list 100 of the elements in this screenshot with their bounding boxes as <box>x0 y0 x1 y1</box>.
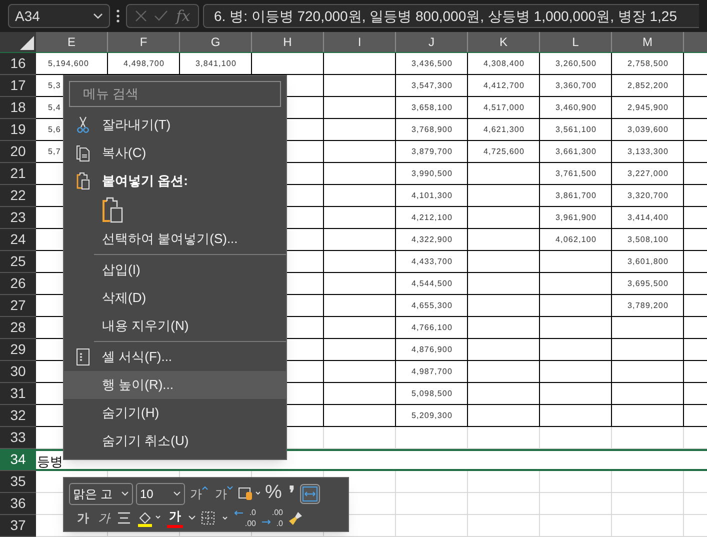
table-cell: 4,655,300 <box>412 300 452 312</box>
name-box[interactable]: A34 <box>8 4 110 28</box>
comma-button[interactable]: ❜ <box>286 484 297 504</box>
row-header[interactable]: 37 <box>0 515 36 537</box>
increase-decimal-label: .00 <box>244 518 256 528</box>
search-field[interactable]: 메뉴 검색 <box>69 81 281 107</box>
row-header[interactable]: 26 <box>0 273 36 295</box>
table-cell: 3,508,100 <box>628 234 668 246</box>
table-cell: 3,561,100 <box>556 124 596 136</box>
table-cell: 5,6 <box>48 124 61 136</box>
row-header[interactable]: 31 <box>0 383 36 405</box>
table-cell: 3,414,400 <box>628 212 668 224</box>
row-header[interactable]: 20 <box>0 141 36 163</box>
select-all-icon <box>20 36 34 50</box>
format-painter-icon <box>288 510 304 526</box>
copy-icon <box>76 144 90 162</box>
table-cell: 4,212,100 <box>412 212 452 224</box>
menu-item[interactable]: 삽입(I) <box>64 256 286 284</box>
cell-text: 등병 <box>37 453 63 471</box>
row-header[interactable]: 27 <box>0 295 36 317</box>
row-header[interactable]: 24 <box>0 229 36 251</box>
menu-item[interactable]: 내용 지우기(N) <box>64 312 286 340</box>
table-cell: 5,209,300 <box>412 410 452 422</box>
menu-item[interactable]: 복사(C) <box>64 139 286 167</box>
font-field[interactable]: 맑은 고 <box>69 482 133 504</box>
row-header[interactable]: 18 <box>0 97 36 119</box>
table-cell: 3,320,700 <box>628 190 668 202</box>
accounting-format-icon <box>238 486 260 500</box>
decrease-decimal-label: .0 <box>276 518 283 528</box>
table-cell: 4,412,700 <box>484 80 524 92</box>
table-cell: 3,761,500 <box>556 168 596 180</box>
table-cell: 3,460,900 <box>556 102 596 114</box>
paste-option-icon[interactable] <box>102 197 124 223</box>
column-header[interactable]: M <box>612 32 684 52</box>
row-header[interactable]: 17 <box>0 75 36 97</box>
menu-item[interactable]: 삭제(D) <box>64 284 286 312</box>
formula-field[interactable]: 6. 병: 이등병 720,000원, 일등병 800,000원, 상등병 1,000,000원, 병장 1,25 <box>203 4 699 28</box>
percent-button[interactable]: % <box>263 484 284 504</box>
menu-item[interactable]: 행 높이(R)... <box>64 371 286 399</box>
menu-item[interactable]: 잘라내기(T) <box>64 111 286 139</box>
menu-item[interactable]: 선택하여 붙여넣기(S)... <box>64 225 286 253</box>
decrease-font-button[interactable]: 가 <box>213 484 235 504</box>
bold-button[interactable]: 가 <box>75 508 91 528</box>
more-icon <box>116 9 120 23</box>
table-cell: 3,039,600 <box>628 124 668 136</box>
table-cell: 3,841,100 <box>196 58 236 70</box>
table-cell: 4,621,300 <box>484 124 524 136</box>
table-cell: 3,789,200 <box>628 300 668 312</box>
row-header[interactable]: 22 <box>0 185 36 207</box>
menu-item[interactable]: 셀 서식(F)... <box>64 343 286 371</box>
scissors-icon <box>76 116 90 134</box>
table-cell: 2,852,200 <box>628 80 668 92</box>
column-header[interactable]: L <box>540 32 612 52</box>
column-header[interactable]: G <box>180 32 252 52</box>
table-cell: 4,498,700 <box>124 58 164 70</box>
menu-item[interactable]: 숨기기(H) <box>64 399 286 427</box>
row-header[interactable]: 33 <box>0 427 36 449</box>
table-cell: 2,945,900 <box>628 102 668 114</box>
column-header[interactable]: J <box>396 32 468 52</box>
font-color-button[interactable]: 가 <box>167 508 183 528</box>
row-header[interactable]: 34 <box>0 449 36 471</box>
column-header[interactable]: E <box>36 32 108 52</box>
font-size-field[interactable]: 10 <box>136 482 185 504</box>
column-header[interactable]: I <box>324 32 396 52</box>
table-cell: 3,227,000 <box>628 168 668 180</box>
table-cell: 5,4 <box>48 102 61 114</box>
row-header[interactable]: 28 <box>0 317 36 339</box>
table-cell: 3,661,300 <box>556 146 596 158</box>
column-header[interactable]: H <box>252 32 324 52</box>
arrow-icon <box>261 518 271 524</box>
table-cell: 2,758,500 <box>628 58 668 70</box>
caret-up-icon <box>202 486 208 490</box>
table-cell: 4,987,700 <box>412 366 452 378</box>
increase-font-button[interactable]: 가 <box>188 484 210 504</box>
row-header[interactable]: 35 <box>0 471 36 493</box>
table-cell: 5,3 <box>48 80 61 92</box>
table-cell: 3,961,900 <box>556 212 596 224</box>
row-header[interactable]: 29 <box>0 339 36 361</box>
table-cell: 4,101,300 <box>412 190 452 202</box>
row-header[interactable]: 25 <box>0 251 36 273</box>
column-header[interactable]: F <box>108 32 180 52</box>
menu-item[interactable]: 숨기기 취소(U) <box>64 427 286 455</box>
borders-icon <box>201 510 229 524</box>
check-icon <box>154 10 168 22</box>
row-header[interactable]: 30 <box>0 361 36 383</box>
italic-button[interactable]: 가 <box>96 508 112 528</box>
table-cell: 4,876,900 <box>412 344 452 356</box>
caret-down-icon <box>227 486 233 490</box>
table-cell: 3,879,700 <box>412 146 452 158</box>
row-header[interactable]: 21 <box>0 163 36 185</box>
row-header[interactable]: 23 <box>0 207 36 229</box>
column-header[interactable]: K <box>468 32 540 52</box>
row-header[interactable]: 16 <box>0 53 36 75</box>
chevron-down-icon <box>173 491 181 496</box>
row-header[interactable]: 36 <box>0 493 36 515</box>
cancel-icon <box>134 10 147 22</box>
table-cell: 3,695,500 <box>628 278 668 290</box>
row-header[interactable]: 32 <box>0 405 36 427</box>
row-header[interactable]: 19 <box>0 119 36 141</box>
clipboard-icon <box>76 172 90 190</box>
